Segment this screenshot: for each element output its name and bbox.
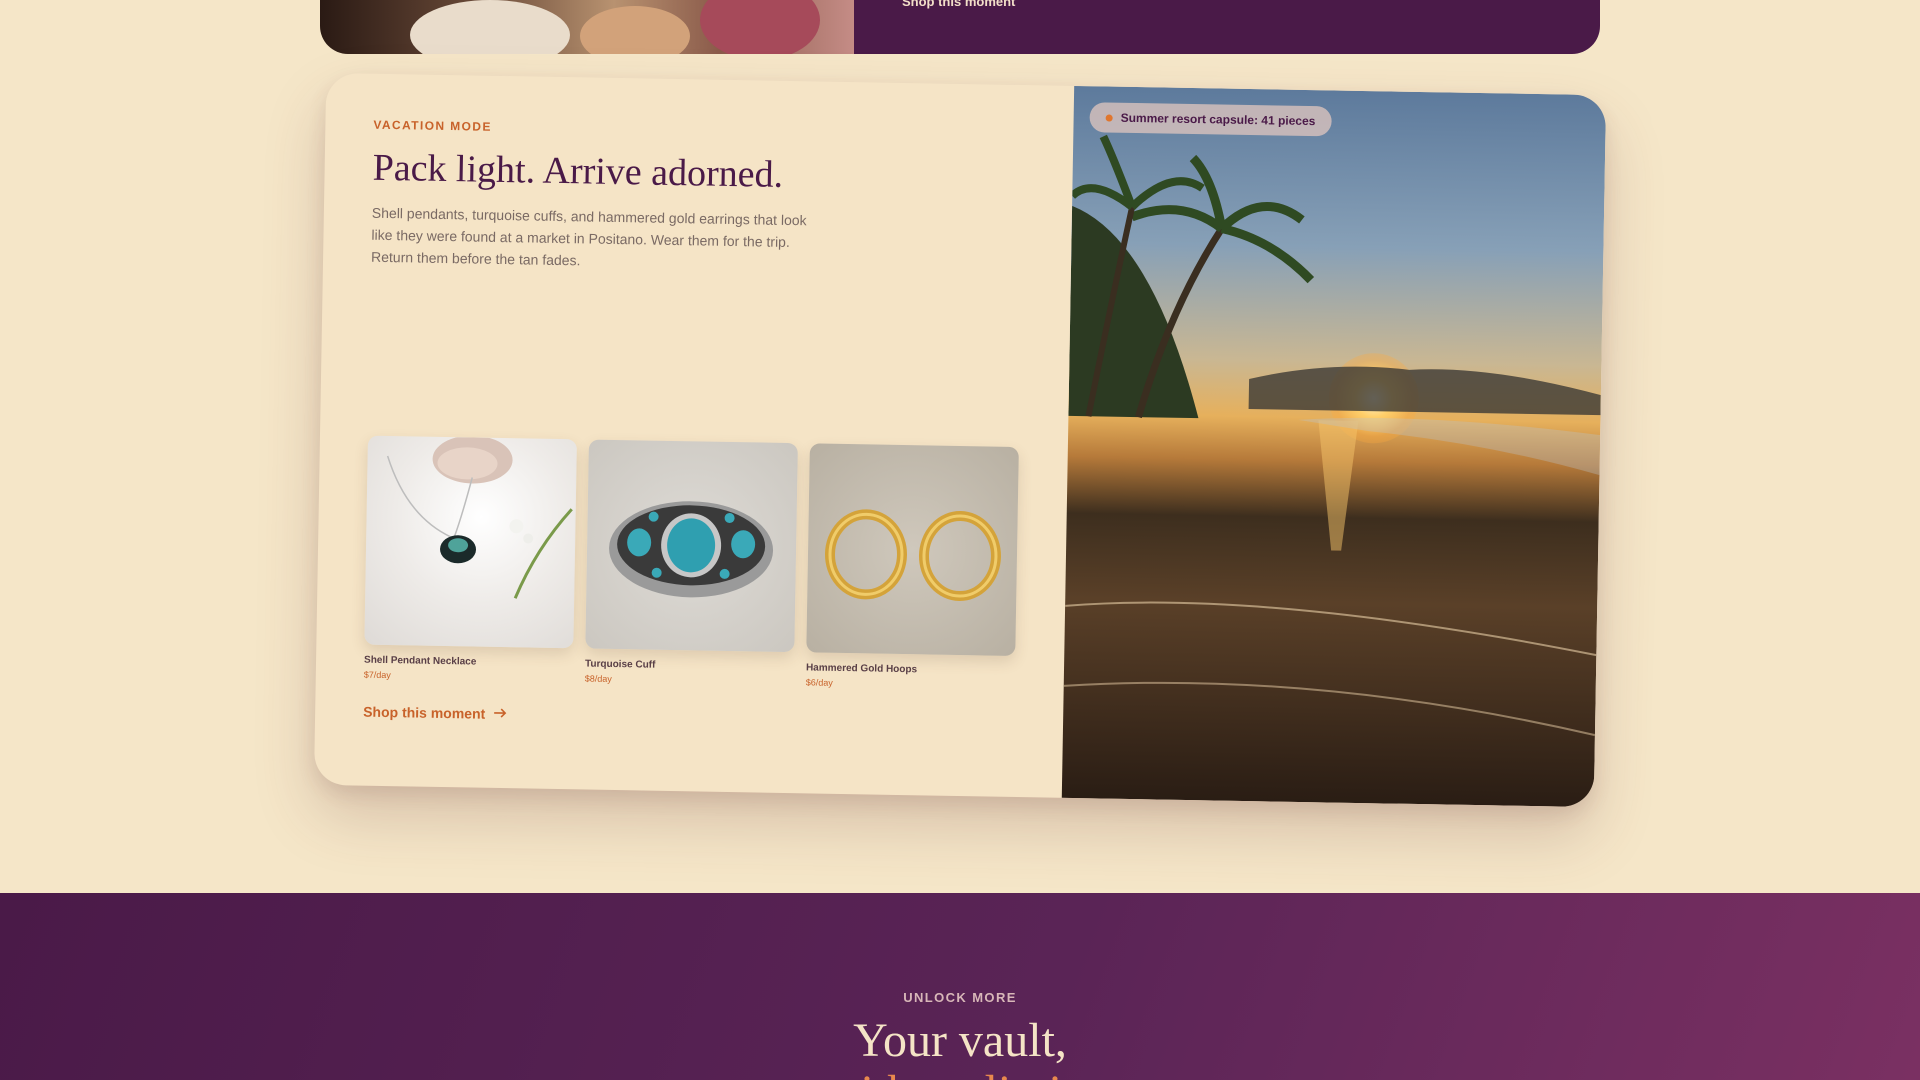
product-price: $7/day: [363, 669, 391, 681]
product-card-turquoise-cuff[interactable]: Turquoise Cuff $8/day: [584, 439, 798, 688]
vacation-mode-card-wrapper: VACATION MODE Pack light. Arrive adorned…: [313, 72, 1607, 808]
unlock-more-section: UNLOCK MORE Your vault, without limits: [0, 893, 1920, 1080]
product-price: $6/day: [805, 677, 833, 688]
feature-description: Shell pendants, turquoise cuffs, and ham…: [370, 204, 807, 269]
gold-hoops-image[interactable]: [806, 443, 1019, 656]
feature-eyebrow: VACATION MODE: [373, 117, 492, 134]
product-card-gold-hoops[interactable]: Hammered Gold Hoops $6/day: [806, 443, 1019, 691]
product-name: Shell Pendant Necklace: [363, 654, 477, 668]
capsule-badge: Summer resort capsule: 41 pieces: [1089, 102, 1332, 137]
product-card-shell-pendant[interactable]: Shell Pendant Necklace $7/day: [363, 435, 577, 684]
badge-text: Summer resort capsule: 41 pieces: [1120, 110, 1316, 129]
badge-dot-icon: [1105, 113, 1113, 122]
product-list: Shell Pendant Necklace $7/day Turquoise …: [363, 435, 1019, 691]
feature-headline: Pack light. Arrive adorned.: [372, 146, 784, 196]
arrow-right-icon: [493, 706, 507, 722]
previous-shop-link[interactable]: Shop this moment: [902, 0, 1015, 9]
shop-this-moment-link[interactable]: Shop this moment: [363, 704, 507, 723]
dinner-table-photo: [320, 0, 854, 54]
beach-sunset-photo: Summer resort capsule: 41 pieces: [1061, 85, 1607, 808]
shell-pendant-image[interactable]: [364, 435, 577, 649]
vacation-mode-card: VACATION MODE Pack light. Arrive adorned…: [313, 72, 1607, 808]
feature-content: VACATION MODE Pack light. Arrive adorned…: [314, 73, 1074, 798]
product-price: $8/day: [584, 673, 612, 684]
product-name: Turquoise Cuff: [584, 658, 656, 671]
previous-card-panel: Shop this moment: [854, 0, 1600, 54]
unlock-title-accent: without limits: [0, 1065, 1920, 1080]
unlock-eyebrow: UNLOCK MORE: [903, 990, 1017, 1005]
turquoise-cuff-image[interactable]: [585, 439, 798, 653]
product-name: Hammered Gold Hoops: [805, 662, 918, 676]
unlock-title: Your vault,: [853, 1014, 1067, 1067]
previous-moment-card: Shop this moment: [320, 0, 1600, 54]
shop-link-label: Shop this moment: [363, 703, 486, 722]
